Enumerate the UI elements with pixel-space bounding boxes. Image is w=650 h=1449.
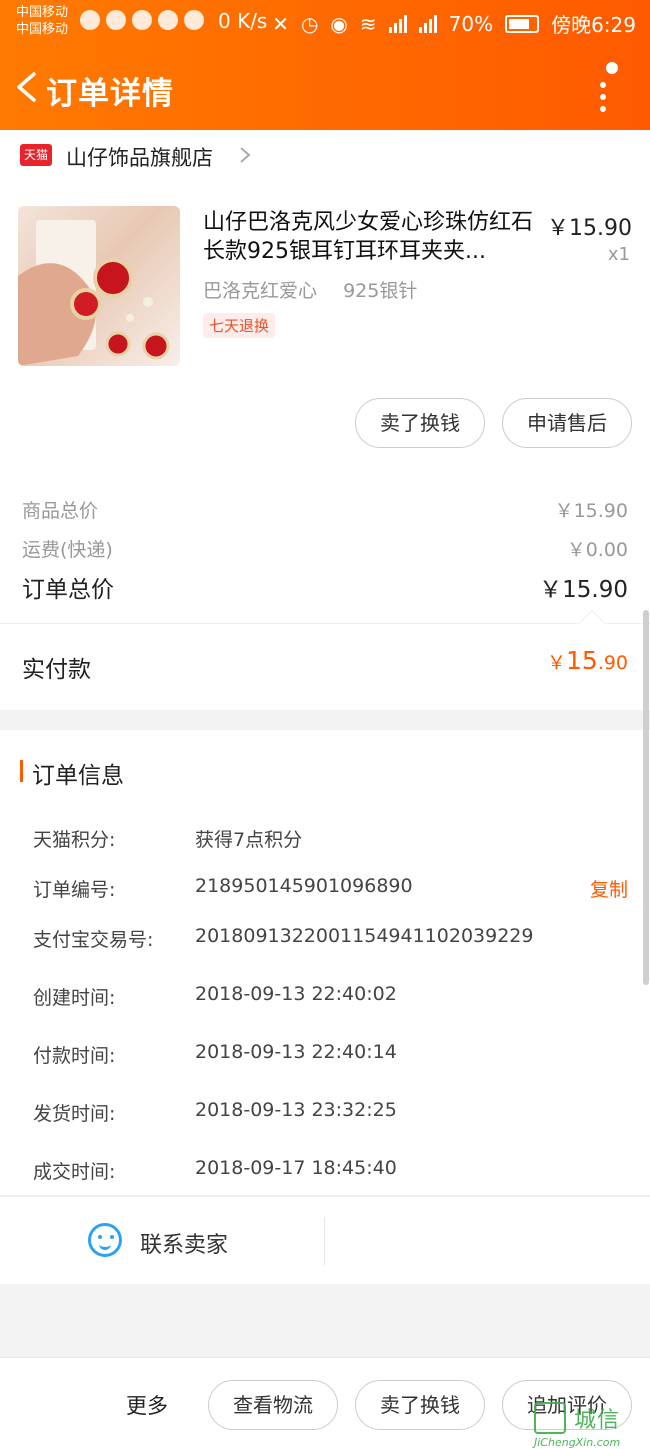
- section-title: 订单信息: [32, 763, 124, 789]
- shop-row[interactable]: 天猫 山仔饰品旗舰店: [0, 130, 650, 182]
- info-label: 天猫积分:: [33, 829, 116, 851]
- divider: [324, 1217, 325, 1265]
- battery-percent: 70%: [448, 11, 494, 36]
- chat-notification-icon: [158, 10, 178, 30]
- app-notification-icon: [184, 10, 204, 30]
- paid-currency: ￥: [546, 652, 566, 674]
- shipping-value: ￥0.00: [566, 539, 628, 561]
- mute-icon: ✕: [272, 11, 289, 36]
- more-dot: [600, 82, 606, 88]
- shop-name[interactable]: 山仔饰品旗舰店: [66, 142, 213, 172]
- nav-bar: 订单详情: [0, 50, 650, 128]
- goods-total-value: ￥15.90: [554, 500, 628, 522]
- watermark-subtext: JiChengXin.com: [534, 1436, 621, 1449]
- section-accent-bar: [20, 760, 23, 782]
- back-arrow-icon[interactable]: [14, 72, 40, 102]
- wifi-icon: ≋: [359, 11, 377, 36]
- resell-button[interactable]: 卖了换钱: [355, 398, 485, 448]
- scrollbar[interactable]: [643, 610, 649, 985]
- carrier-1: 中国移动: [16, 5, 69, 20]
- earring-illustration: [18, 220, 170, 366]
- info-value: 2018-09-17 18:45:40: [195, 1157, 397, 1179]
- eye-icon: ◉: [330, 11, 348, 36]
- view-logistics-button[interactable]: 查看物流: [208, 1380, 338, 1430]
- status-bar: 中国移动 中国移动 0 K/s ✕ ◷ ◉ ≋ 70% 傍晚6:29: [0, 0, 650, 44]
- alipay-trade-number: 2018091322001154941102039229: [195, 925, 534, 947]
- app-notification-icon: [132, 10, 152, 30]
- order-number: 218950145901096890: [195, 875, 413, 897]
- shipping-label: 运费(快递): [22, 539, 113, 561]
- paid-decimal: .90: [597, 652, 628, 674]
- goods-total-label: 商品总价: [22, 500, 99, 522]
- order-total-value: ￥15.90: [539, 577, 628, 603]
- battery-icon: [505, 14, 540, 33]
- info-value: 2018-09-13 23:32:25: [195, 1099, 397, 1121]
- info-label: 订单编号:: [33, 879, 116, 901]
- after-sale-button[interactable]: 申请售后: [502, 398, 632, 448]
- order-total-label: 订单总价: [22, 577, 114, 603]
- order-info-section: 订单信息 天猫积分: 获得7点积分 订单编号: 2189501459010968…: [0, 730, 650, 1195]
- watermark: 城信 JiChengXin.com: [534, 1402, 650, 1449]
- info-value: 2018-09-13 22:40:02: [195, 983, 397, 1005]
- info-value: 2018-09-13 22:40:14: [195, 1041, 397, 1063]
- info-label: 付款时间:: [33, 1045, 116, 1067]
- clock: 傍晚6:29: [551, 13, 636, 37]
- caret-up-icon: [577, 609, 607, 639]
- sku-option: 925银针: [343, 280, 418, 302]
- product-quantity: x1: [607, 244, 630, 265]
- app-notification-icon: [106, 10, 126, 30]
- status-right: ✕ ◷ ◉ ≋ 70% 傍晚6:29: [272, 9, 636, 38]
- info-label: 发货时间:: [33, 1103, 116, 1125]
- watermark-logo-icon: [534, 1402, 566, 1434]
- info-value: 获得7点积分: [195, 829, 303, 851]
- sku-option: 巴洛克红爱心: [203, 280, 318, 302]
- product-price: ￥15.90: [547, 216, 632, 241]
- paid-amount: ￥15.90: [547, 646, 628, 675]
- network-speed: 0 K/s: [218, 9, 268, 33]
- order-card: 天猫 山仔饰品旗舰店 山仔巴洛克风少女爱心珍珠仿红石长款925银耳钉耳环耳夹夹.…: [0, 130, 650, 710]
- paid-row: 实付款 ￥15.90: [0, 609, 650, 709]
- more-button[interactable]: 更多: [126, 1390, 168, 1420]
- more-dot: [600, 94, 606, 100]
- paid-integer: 15: [565, 646, 598, 675]
- contact-bar: 联系卖家: [0, 1196, 650, 1284]
- signal-icon: [418, 14, 437, 33]
- info-label: 创建时间:: [33, 987, 116, 1009]
- signal-icon: [388, 14, 407, 33]
- product-image[interactable]: [18, 206, 180, 366]
- app-notification-icon: [80, 10, 100, 30]
- more-dot: [600, 106, 606, 112]
- notification-icons: [80, 10, 204, 30]
- tmall-logo: 天猫: [20, 144, 52, 166]
- carrier-info: 中国移动 中国移动: [16, 4, 68, 38]
- app-header: 中国移动 中国移动 0 K/s ✕ ◷ ◉ ≋ 70% 傍晚6:29 订单详情: [0, 0, 650, 130]
- info-label: 支付宝交易号:: [33, 929, 154, 951]
- paid-label: 实付款: [22, 657, 91, 683]
- info-label: 成交时间:: [33, 1161, 116, 1183]
- carrier-2: 中国移动: [16, 22, 69, 37]
- contact-seller-button[interactable]: 联系卖家: [140, 1227, 228, 1259]
- notification-dot: [606, 62, 618, 74]
- product-title[interactable]: 山仔巴洛克风少女爱心珍珠仿红石长款925银耳钉耳环耳夹夹...: [203, 208, 533, 266]
- chevron-right-icon: [240, 147, 251, 163]
- return-policy-badge: 七天退换: [203, 313, 276, 338]
- watermark-text: 城信: [574, 1408, 621, 1433]
- alarm-icon: ◷: [300, 11, 319, 36]
- resell-button[interactable]: 卖了换钱: [355, 1380, 485, 1430]
- product-sku: 巴洛克红爱心 925银针: [203, 276, 437, 303]
- page-title: 订单详情: [46, 76, 174, 112]
- more-menu-icon[interactable]: [592, 62, 618, 112]
- copy-button[interactable]: 复制: [590, 875, 628, 902]
- customer-service-icon[interactable]: [88, 1223, 122, 1257]
